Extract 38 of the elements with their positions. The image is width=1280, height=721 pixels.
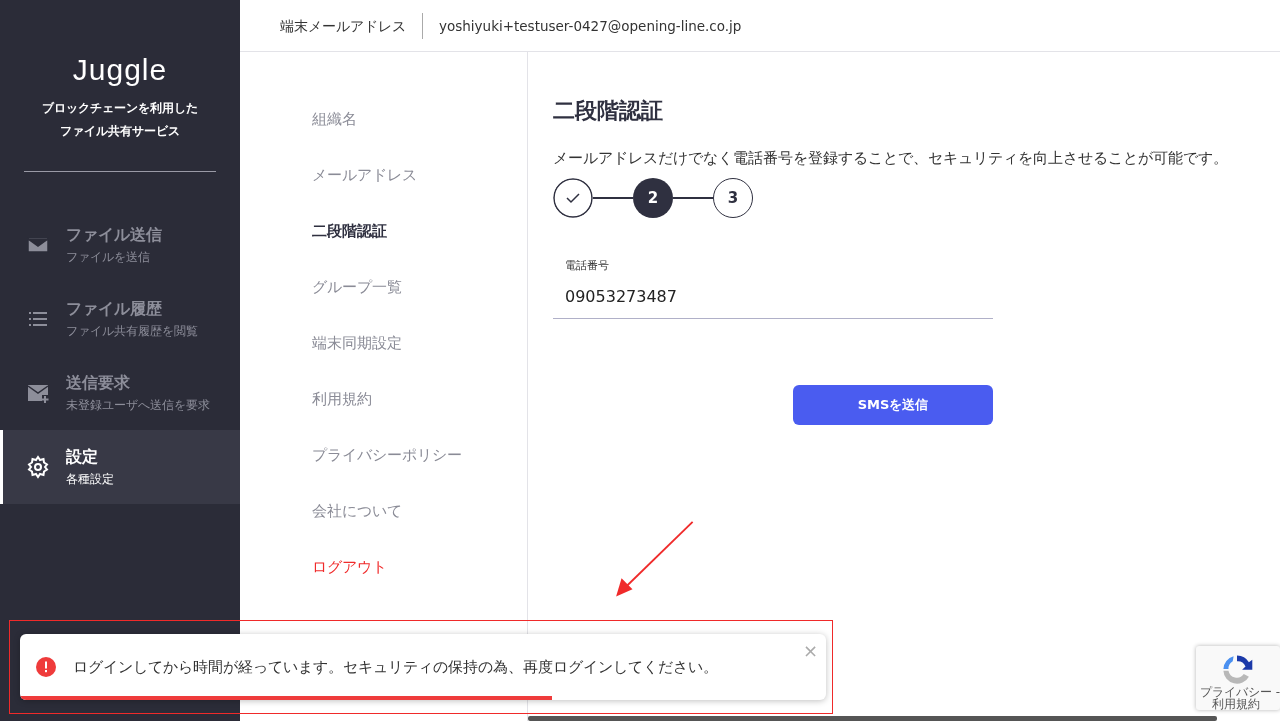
page-title: 二段階認証 <box>553 97 664 125</box>
device-email: yoshiyuki+testuser-0427@opening-line.co.jp <box>438 17 742 34</box>
error-icon <box>36 657 56 677</box>
settings-menu-item[interactable]: 端末同期設定 <box>312 334 527 390</box>
nav-title: 送信要求 <box>66 372 131 394</box>
step-indicator: 2 <box>633 178 673 218</box>
nav-item[interactable]: 設定 各種設定 <box>0 430 240 504</box>
nav-subtitle: ファイルを送信 <box>66 248 151 266</box>
settings-menu-item[interactable]: ログアウト <box>312 558 527 614</box>
settings-menu-item[interactable]: グループ一覧 <box>312 278 527 334</box>
nav-title: ファイル送信 <box>66 224 162 246</box>
settings-menu-item[interactable]: 会社について <box>312 502 527 558</box>
settings-menu-item[interactable]: プライバシーポリシー <box>312 446 527 502</box>
settings-menu-item[interactable]: メールアドレス <box>312 166 527 222</box>
tagline: ファイル共有サービス <box>60 123 180 140</box>
nav-item[interactable]: ファイル送信 ファイルを送信 <box>0 208 240 282</box>
nav-subtitle: ファイル共有履歴を閲覧 <box>66 322 198 340</box>
settings-menu-item[interactable]: 二段階認証 <box>312 222 527 278</box>
description: メールアドレスだけでなく電話番号を登録することで、セキュリティを向上させることが可能です。 <box>553 149 1229 168</box>
settings-icon <box>26 455 50 479</box>
toast-message: ログインしてから時間が経っています。セキュリティの保持の為、再度ログインしてください。 <box>73 657 718 677</box>
device-email-label: 端末メールアドレス <box>280 12 423 39</box>
scrollbar[interactable] <box>528 716 1217 721</box>
nav-subtitle: 未登録ユーザへ送信を要求 <box>66 396 210 414</box>
settings-menu-item[interactable]: 利用規約 <box>312 390 527 446</box>
tagline: ブロックチェーンを利用した <box>42 100 198 117</box>
close-button[interactable]: × <box>802 640 818 661</box>
recaptcha-link[interactable]: プライバシー - <box>1200 686 1280 698</box>
nav-title: ファイル履歴 <box>66 298 163 320</box>
recaptcha-link[interactable]: 利用規約 <box>1212 698 1260 710</box>
settings-menu-item[interactable]: 組織名 <box>312 110 527 166</box>
nav-title: 設定 <box>66 446 99 468</box>
nav-item[interactable]: 送信要求 未登録ユーザへ送信を要求 <box>0 356 240 430</box>
logo: Juggle <box>72 52 168 88</box>
nav-item[interactable]: ファイル履歴 ファイル共有履歴を閲覧 <box>0 282 240 356</box>
phone-field[interactable]: 電話番号 09053273487 <box>553 258 993 319</box>
nav-subtitle: 各種設定 <box>66 470 114 488</box>
send-sms-button[interactable]: SMSを送信 <box>793 385 993 425</box>
